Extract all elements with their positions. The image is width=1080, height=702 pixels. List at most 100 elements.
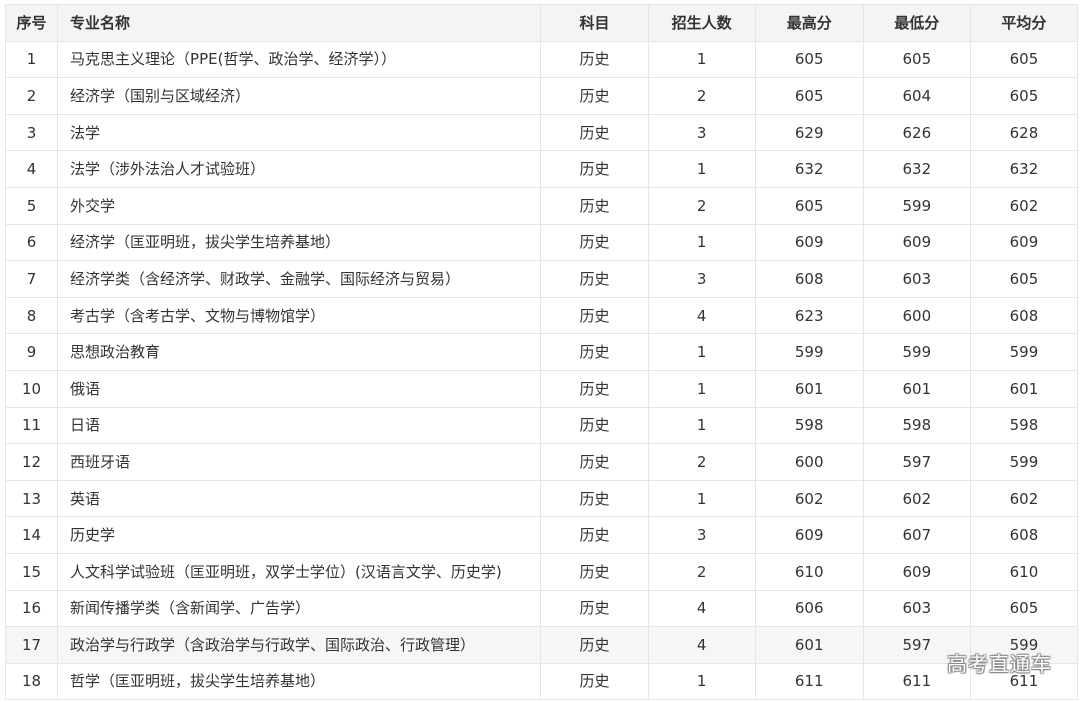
cell-index: 15 bbox=[4, 552, 59, 591]
admission-scores-table: 序号 专业名称 科目 招生人数 最高分 最低分 平均分 1 马克思主义理论（PPE… bbox=[4, 4, 1079, 701]
cell-major-name: 英语 bbox=[57, 479, 542, 518]
cell-min-score: 598 bbox=[862, 406, 971, 445]
header-index: 序号 bbox=[4, 4, 59, 42]
cell-index: 11 bbox=[4, 406, 59, 445]
cell-max-score: 598 bbox=[754, 406, 864, 445]
cell-min-score: 599 bbox=[862, 333, 971, 371]
cell-index: 6 bbox=[4, 223, 59, 262]
table-row: 5 外交学 历史 2 605 599 602 bbox=[4, 186, 1079, 225]
cell-min-score: 632 bbox=[862, 150, 971, 188]
cell-enrollment: 2 bbox=[647, 77, 756, 115]
cell-subject: 历史 bbox=[540, 260, 649, 298]
cell-subject: 历史 bbox=[540, 406, 649, 445]
cell-max-score: 608 bbox=[754, 260, 864, 298]
cell-enrollment: 1 bbox=[647, 369, 756, 408]
table-row: 12 西班牙语 历史 2 600 597 599 bbox=[4, 443, 1079, 481]
cell-major-name: 经济学类（含经济学、财政学、金融学、国际经济与贸易） bbox=[57, 260, 542, 298]
cell-min-score: 609 bbox=[862, 223, 971, 262]
table-row: 6 经济学（匡亚明班，拔尖学生培养基地） 历史 1 609 609 609 bbox=[4, 223, 1079, 262]
cell-max-score: 601 bbox=[754, 369, 864, 408]
cell-avg-score: 605 bbox=[969, 260, 1079, 298]
cell-max-score: 632 bbox=[754, 150, 864, 188]
table-body: 1 马克思主义理论（PPE(哲学、政治学、经济学）） 历史 1 605 605 605 2 经济… bbox=[4, 40, 1079, 701]
cell-max-score: 629 bbox=[754, 113, 864, 152]
cell-enrollment: 1 bbox=[647, 479, 756, 518]
cell-major-name: 法学 bbox=[57, 113, 542, 152]
cell-subject: 历史 bbox=[540, 662, 649, 701]
cell-enrollment: 1 bbox=[647, 223, 756, 262]
table-row: 2 经济学（国别与区域经济） 历史 2 605 604 605 bbox=[4, 77, 1079, 115]
cell-max-score: 611 bbox=[754, 662, 864, 701]
cell-max-score: 599 bbox=[754, 333, 864, 371]
cell-max-score: 605 bbox=[754, 77, 864, 115]
cell-max-score: 601 bbox=[754, 626, 864, 664]
cell-enrollment: 4 bbox=[647, 626, 756, 664]
cell-max-score: 609 bbox=[754, 516, 864, 554]
table-header-row: 序号 专业名称 科目 招生人数 最高分 最低分 平均分 bbox=[4, 4, 1079, 42]
cell-max-score: 605 bbox=[754, 186, 864, 225]
cell-index: 14 bbox=[4, 516, 59, 554]
header-max-score: 最高分 bbox=[754, 4, 864, 42]
cell-index: 8 bbox=[4, 296, 59, 335]
table-row: 10 俄语 历史 1 601 601 601 bbox=[4, 369, 1079, 408]
cell-avg-score: 628 bbox=[969, 113, 1079, 152]
cell-major-name: 经济学（国别与区域经济） bbox=[57, 77, 542, 115]
cell-enrollment: 2 bbox=[647, 186, 756, 225]
cell-major-name: 思想政治教育 bbox=[57, 333, 542, 371]
cell-avg-score: 602 bbox=[969, 479, 1079, 518]
cell-avg-score: 605 bbox=[969, 77, 1079, 115]
cell-avg-score: 599 bbox=[969, 443, 1079, 481]
cell-avg-score: 605 bbox=[969, 40, 1079, 79]
table-row: 15 人文科学试验班（匡亚明班，双学士学位）(汉语言文学、历史学) 历史 2 610 60… bbox=[4, 552, 1079, 591]
cell-min-score: 603 bbox=[862, 589, 971, 628]
cell-major-name: 俄语 bbox=[57, 369, 542, 408]
table-row: 18 哲学（匡亚明班，拔尖学生培养基地） 历史 1 611 611 611 bbox=[4, 662, 1079, 701]
table-row: 8 考古学（含考古学、文物与博物馆学） 历史 4 623 600 608 bbox=[4, 296, 1079, 335]
cell-index: 4 bbox=[4, 150, 59, 188]
cell-avg-score: 599 bbox=[969, 333, 1079, 371]
cell-min-score: 607 bbox=[862, 516, 971, 554]
cell-max-score: 600 bbox=[754, 443, 864, 481]
cell-avg-score: 610 bbox=[969, 552, 1079, 591]
cell-index: 10 bbox=[4, 369, 59, 408]
cell-avg-score: 608 bbox=[969, 296, 1079, 335]
table-row: 7 经济学类（含经济学、财政学、金融学、国际经济与贸易） 历史 3 608 603 605 bbox=[4, 260, 1079, 298]
table-row: 14 历史学 历史 3 609 607 608 bbox=[4, 516, 1079, 554]
cell-min-score: 599 bbox=[862, 186, 971, 225]
cell-subject: 历史 bbox=[540, 589, 649, 628]
watermark: 高考直通车 bbox=[947, 652, 1052, 676]
table-row: 1 马克思主义理论（PPE(哲学、政治学、经济学）） 历史 1 605 605 605 bbox=[4, 40, 1079, 79]
cell-max-score: 610 bbox=[754, 552, 864, 591]
cell-subject: 历史 bbox=[540, 333, 649, 371]
cell-enrollment: 4 bbox=[647, 589, 756, 628]
cell-min-score: 609 bbox=[862, 552, 971, 591]
table-row: 3 法学 历史 3 629 626 628 bbox=[4, 113, 1079, 152]
page: 序号 专业名称 科目 招生人数 最高分 最低分 平均分 1 马克思主义理论（PPE… bbox=[0, 0, 1080, 702]
cell-index: 5 bbox=[4, 186, 59, 225]
cell-index: 9 bbox=[4, 333, 59, 371]
cell-enrollment: 1 bbox=[647, 150, 756, 188]
cell-min-score: 626 bbox=[862, 113, 971, 152]
table-row: 17 政治学与行政学（含政治学与行政学、国际政治、行政管理） 历史 4 601 597 59… bbox=[4, 626, 1079, 664]
cell-subject: 历史 bbox=[540, 626, 649, 664]
cell-min-score: 597 bbox=[862, 443, 971, 481]
cell-index: 12 bbox=[4, 443, 59, 481]
cell-min-score: 601 bbox=[862, 369, 971, 408]
table-row: 9 思想政治教育 历史 1 599 599 599 bbox=[4, 333, 1079, 371]
cell-min-score: 602 bbox=[862, 479, 971, 518]
cell-min-score: 605 bbox=[862, 40, 971, 79]
header-major-name: 专业名称 bbox=[57, 4, 542, 42]
cell-enrollment: 1 bbox=[647, 333, 756, 371]
cell-major-name: 日语 bbox=[57, 406, 542, 445]
cell-index: 16 bbox=[4, 589, 59, 628]
cell-enrollment: 3 bbox=[647, 113, 756, 152]
cell-major-name: 马克思主义理论（PPE(哲学、政治学、经济学）） bbox=[57, 40, 542, 79]
cell-subject: 历史 bbox=[540, 186, 649, 225]
header-subject: 科目 bbox=[540, 4, 649, 42]
cell-subject: 历史 bbox=[540, 443, 649, 481]
cell-subject: 历史 bbox=[540, 296, 649, 335]
table-row: 4 法学（涉外法治人才试验班） 历史 1 632 632 632 bbox=[4, 150, 1079, 188]
cell-enrollment: 2 bbox=[647, 443, 756, 481]
cell-major-name: 西班牙语 bbox=[57, 443, 542, 481]
cell-avg-score: 609 bbox=[969, 223, 1079, 262]
